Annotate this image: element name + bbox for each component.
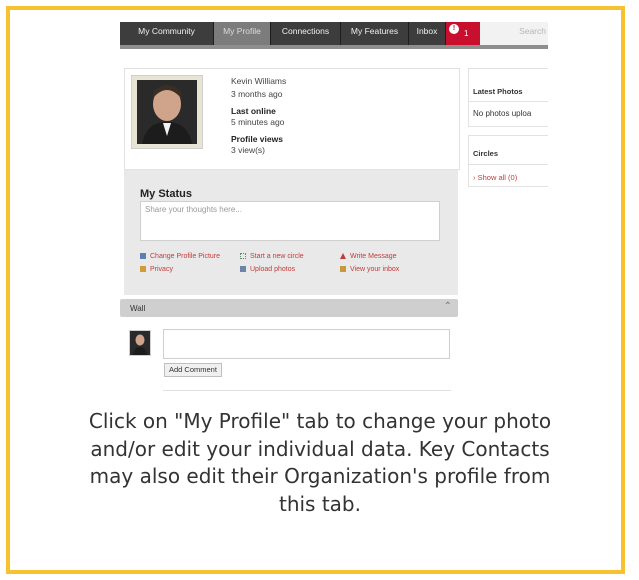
circles-title: Circles [473,149,499,158]
tab-connections[interactable]: Connections [271,22,341,45]
latest-photos-title: Latest Photos [473,87,523,96]
start-circle-link[interactable]: Start a new circle [240,253,304,260]
show-all-circles-link[interactable]: › Show all (0) [473,173,517,182]
tab-my-features[interactable]: My Features [341,22,409,45]
privacy-link[interactable]: Privacy [140,266,173,273]
profile-photo-icon [132,76,202,148]
change-profile-picture-link[interactable]: Change Profile Picture [140,253,220,260]
last-online-label: Last online [231,106,276,116]
divider [469,101,548,102]
inbox-badge[interactable]: ! 1 [446,22,480,45]
profile-joined: 3 months ago [231,89,283,99]
wall-title: Wall [130,304,146,313]
lock-icon [140,266,146,272]
comment-input[interactable] [163,329,450,359]
profile-views-value: 3 view(s) [231,145,266,155]
tab-my-community[interactable]: My Community [120,22,214,45]
wall-divider [163,390,451,391]
latest-photos-card: Latest Photos No photos uploa [468,68,548,127]
profile-name: Kevin Williams [231,76,287,86]
last-online-value: 5 minutes ago [231,117,285,127]
photo-icon [240,266,246,272]
circles-card: Circles › Show all (0) [468,135,548,187]
view-inbox-link[interactable]: View your inbox [340,266,399,273]
profile-photo-small-icon [130,331,150,355]
pencil-icon [340,253,346,259]
status-input[interactable]: Share your thoughts here... [140,201,440,241]
profile-views-label: Profile views [231,134,283,144]
envelope-icon [340,266,346,272]
avatar[interactable] [131,75,203,149]
instruction-caption: Click on "My Profile" tab to change your… [88,409,552,516]
divider [469,164,548,165]
search-input[interactable]: Search [480,22,548,45]
status-panel: My Status Share your thoughts here... Ch… [124,170,458,295]
add-comment-button[interactable]: Add Comment [164,363,222,377]
write-message-link[interactable]: Write Message [340,253,397,260]
status-title: My Status [140,188,192,200]
wall-header[interactable]: Wall ⌃ [120,299,458,317]
tab-inbox[interactable]: Inbox [409,22,446,45]
callout-frame: My Community My Profile Connections My F… [6,6,625,574]
upload-photos-link[interactable]: Upload photos [240,266,295,273]
chevron-up-icon[interactable]: ⌃ [444,301,452,312]
no-photos-text: No photos uploa [473,109,532,118]
profile-screenshot: My Community My Profile Connections My F… [120,22,548,397]
profile-card: Kevin Williams 3 months ago Last online … [124,68,460,170]
top-navigation: My Community My Profile Connections My F… [120,22,548,49]
inbox-count: 1 [464,29,469,38]
notification-icon: ! [449,24,459,34]
circle-icon [240,253,246,259]
tab-my-profile[interactable]: My Profile [214,22,271,45]
commenter-avatar [129,330,151,356]
picture-icon [140,253,146,259]
